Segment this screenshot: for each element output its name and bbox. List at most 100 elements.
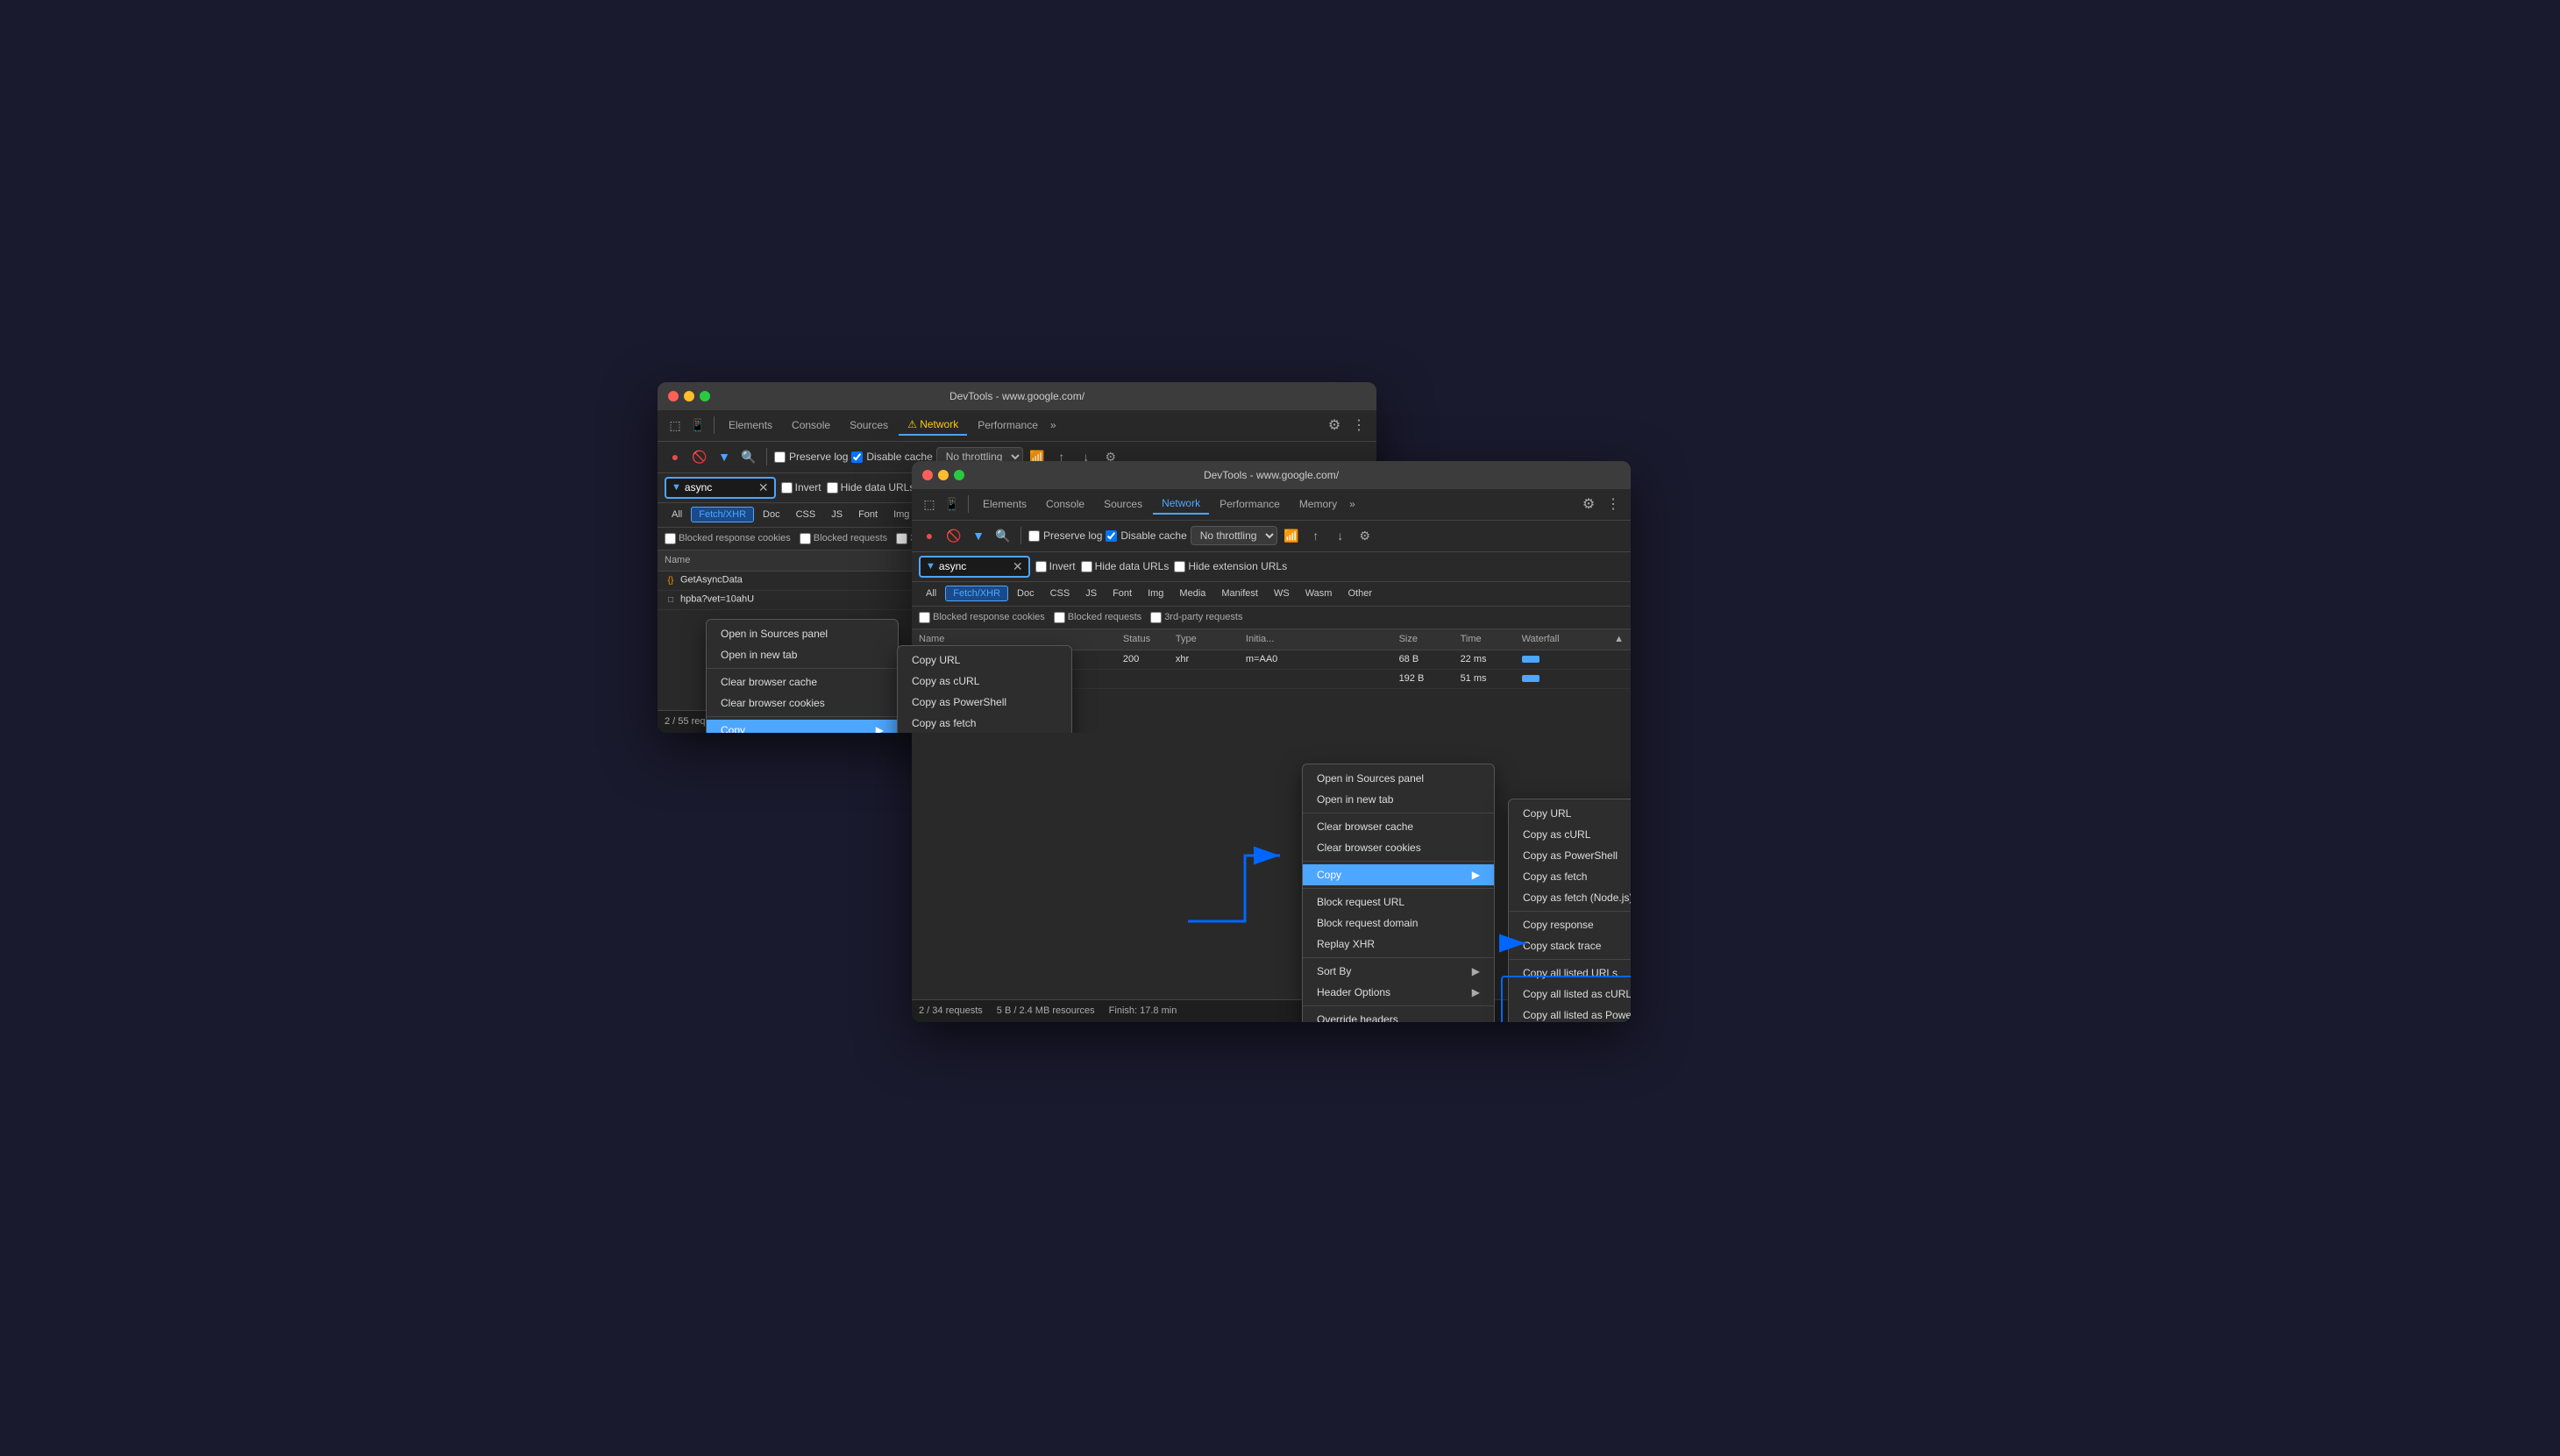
menu-override-headers-2[interactable]: Override headers <box>1303 1009 1494 1022</box>
menu-open-sources-2[interactable]: Open in Sources panel <box>1303 768 1494 789</box>
settings-icon-2[interactable]: ⚙ <box>1578 494 1599 515</box>
menu-block-domain-2[interactable]: Block request domain <box>1303 913 1494 934</box>
clear-btn-1[interactable]: 🚫 <box>689 446 710 467</box>
hide-ext-checkbox-2[interactable]: Hide extension URLs <box>1174 560 1287 572</box>
submenu-copy-url-1[interactable]: Copy URL <box>898 650 1071 671</box>
type-font-2[interactable]: Font <box>1106 586 1139 600</box>
preserve-log-2[interactable]: Preserve log <box>1028 529 1102 542</box>
tab-more-1[interactable]: » <box>1050 419 1056 431</box>
minimize-button-2[interactable] <box>938 470 949 480</box>
menu-open-tab-1[interactable]: Open in new tab <box>707 644 898 665</box>
submenu-copy-all-listed-ps-2[interactable]: Copy all listed as PowerShell <box>1509 1005 1631 1022</box>
submenu-copy-fetch-node-2[interactable]: Copy as fetch (Node.js) <box>1509 887 1631 908</box>
hide-data-checkbox-2[interactable]: Hide data URLs <box>1081 560 1170 572</box>
type-img-2[interactable]: Img <box>1141 586 1170 600</box>
menu-header-options-2[interactable]: Header Options ▶ <box>1303 982 1494 1003</box>
submenu-copy-stack-2[interactable]: Copy stack trace <box>1509 935 1631 956</box>
wifi-icon-2[interactable]: 📶 <box>1281 525 1302 546</box>
type-font-1[interactable]: Font <box>851 508 885 522</box>
more-icon-1[interactable]: ⋮ <box>1348 415 1369 436</box>
inspect-icon-1[interactable]: ⬚ <box>665 415 686 436</box>
menu-clear-cache-1[interactable]: Clear browser cache <box>707 671 898 692</box>
menu-replay-xhr-2[interactable]: Replay XHR <box>1303 934 1494 955</box>
tab-memory-2[interactable]: Memory <box>1291 494 1346 514</box>
submenu-copy-curl-2[interactable]: Copy as cURL <box>1509 824 1631 845</box>
type-fetchxhr-1[interactable]: Fetch/XHR <box>691 507 754 522</box>
tab-elements-2[interactable]: Elements <box>974 494 1035 514</box>
invert-checkbox-2[interactable]: Invert <box>1035 560 1076 572</box>
type-doc-1[interactable]: Doc <box>756 508 787 522</box>
maximize-button-2[interactable] <box>954 470 964 480</box>
type-all-2[interactable]: All <box>919 586 943 600</box>
preserve-log-1[interactable]: Preserve log <box>774 451 848 463</box>
tab-sources-2[interactable]: Sources <box>1095 494 1151 514</box>
submenu-copy-all-listed-curl-2[interactable]: Copy all listed as cURL <box>1509 984 1631 1005</box>
type-css-2[interactable]: CSS <box>1043 586 1077 600</box>
type-fetchxhr-2[interactable]: Fetch/XHR <box>945 586 1008 601</box>
search-clear-2[interactable]: ✕ <box>1013 559 1023 574</box>
menu-clear-cookies-2[interactable]: Clear browser cookies <box>1303 837 1494 858</box>
tab-more-2[interactable]: » <box>1349 498 1355 510</box>
search-btn-2[interactable]: 🔍 <box>992 525 1013 546</box>
tab-sources-1[interactable]: Sources <box>841 415 897 435</box>
menu-clear-cookies-1[interactable]: Clear browser cookies <box>707 692 898 714</box>
type-js-2[interactable]: JS <box>1078 586 1104 600</box>
record-btn-2[interactable]: ● <box>919 525 940 546</box>
more-icon-2[interactable]: ⋮ <box>1603 494 1624 515</box>
menu-open-tab-2[interactable]: Open in new tab <box>1303 789 1494 810</box>
menu-open-sources-1[interactable]: Open in Sources panel <box>707 623 898 644</box>
menu-copy-1[interactable]: Copy ▶ <box>707 720 898 733</box>
search-btn-1[interactable]: 🔍 <box>738 446 759 467</box>
close-button-1[interactable] <box>668 391 679 401</box>
type-all-1[interactable]: All <box>665 508 689 522</box>
filter-btn-2[interactable]: ▼ <box>968 525 989 546</box>
submenu-copy-url-2[interactable]: Copy URL <box>1509 803 1631 824</box>
close-button-2[interactable] <box>922 470 933 480</box>
filter-btn-1[interactable]: ▼ <box>714 446 735 467</box>
menu-sort-by-2[interactable]: Sort By ▶ <box>1303 961 1494 982</box>
tab-performance-1[interactable]: Performance <box>969 415 1047 435</box>
record-btn-1[interactable]: ● <box>665 446 686 467</box>
clear-btn-2[interactable]: 🚫 <box>943 525 964 546</box>
tab-console-2[interactable]: Console <box>1037 494 1093 514</box>
submenu-copy-curl-1[interactable]: Copy as cURL <box>898 671 1071 692</box>
submenu-copy-fetch-1[interactable]: Copy as fetch <box>898 713 1071 733</box>
invert-checkbox-1[interactable]: Invert <box>781 481 821 494</box>
minimize-button-1[interactable] <box>684 391 694 401</box>
type-wasm-2[interactable]: Wasm <box>1298 586 1340 600</box>
type-js-1[interactable]: JS <box>824 508 850 522</box>
download-icon-2[interactable]: ↓ <box>1330 525 1351 546</box>
type-css-1[interactable]: CSS <box>789 508 823 522</box>
maximize-button-1[interactable] <box>700 391 710 401</box>
tab-elements-1[interactable]: Elements <box>720 415 781 435</box>
network-settings-icon-2[interactable]: ⚙ <box>1355 525 1376 546</box>
upload-icon-2[interactable]: ↑ <box>1305 525 1326 546</box>
search-clear-1[interactable]: ✕ <box>758 480 769 495</box>
menu-block-url-2[interactable]: Block request URL <box>1303 891 1494 913</box>
type-other-2[interactable]: Other <box>1340 586 1379 600</box>
settings-icon-1[interactable]: ⚙ <box>1324 415 1345 436</box>
type-manifest-2[interactable]: Manifest <box>1214 586 1265 600</box>
type-doc-2[interactable]: Doc <box>1010 586 1042 600</box>
search-input-2[interactable] <box>939 560 1009 572</box>
menu-copy-2[interactable]: Copy ▶ <box>1303 864 1494 885</box>
hide-data-checkbox-1[interactable]: Hide data URLs <box>827 481 915 494</box>
submenu-copy-powershell-1[interactable]: Copy as PowerShell <box>898 692 1071 713</box>
disable-cache-2[interactable]: Disable cache <box>1106 529 1186 542</box>
device-icon-2[interactable]: 📱 <box>942 494 963 515</box>
tab-performance-2[interactable]: Performance <box>1211 494 1289 514</box>
submenu-copy-fetch-2[interactable]: Copy as fetch <box>1509 866 1631 887</box>
tab-network-2[interactable]: Network <box>1153 494 1209 515</box>
submenu-copy-powershell-2[interactable]: Copy as PowerShell <box>1509 845 1631 866</box>
type-ws-2[interactable]: WS <box>1267 586 1297 600</box>
type-media-2[interactable]: Media <box>1172 586 1212 600</box>
inspect-icon-2[interactable]: ⬚ <box>919 494 940 515</box>
tab-console-1[interactable]: Console <box>783 415 839 435</box>
tab-network-1[interactable]: Network <box>899 415 967 436</box>
search-input-1[interactable] <box>685 481 755 494</box>
throttle-select-2[interactable]: No throttling <box>1191 526 1277 545</box>
submenu-copy-response-2[interactable]: Copy response <box>1509 914 1631 935</box>
submenu-copy-all-listed-urls-2[interactable]: Copy all listed URLs <box>1509 962 1631 984</box>
device-icon-1[interactable]: 📱 <box>687 415 708 436</box>
menu-clear-cache-2[interactable]: Clear browser cache <box>1303 816 1494 837</box>
